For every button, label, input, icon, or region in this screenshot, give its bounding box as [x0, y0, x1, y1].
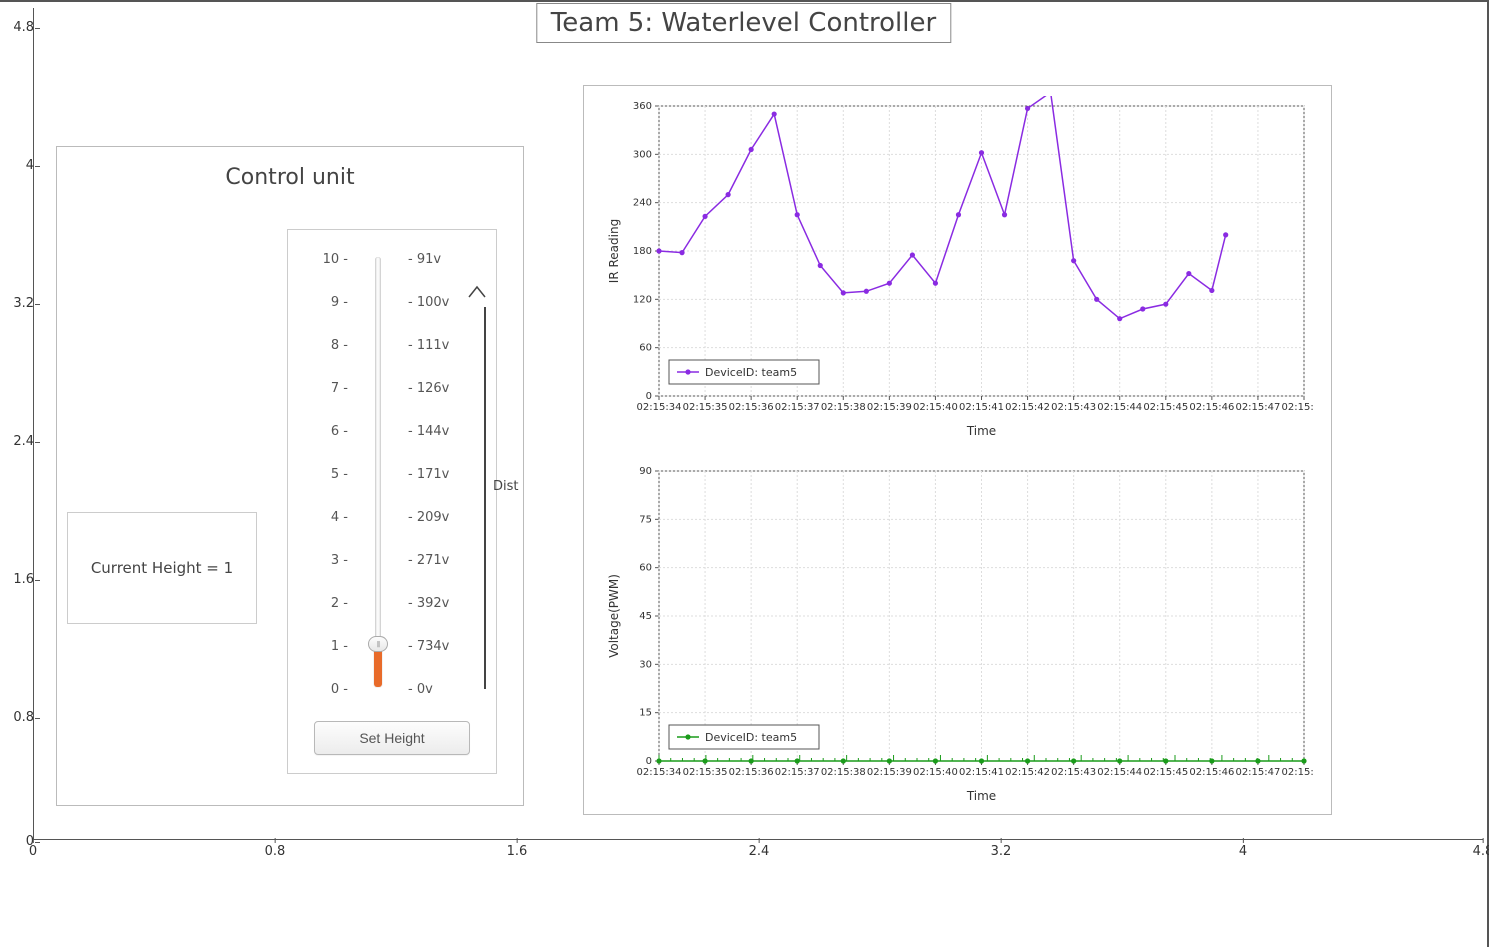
set-height-button[interactable]: Set Height	[314, 721, 470, 755]
svg-text:DeviceID: team5: DeviceID: team5	[705, 366, 797, 379]
svg-text:02:15:37: 02:15:37	[775, 402, 820, 413]
outer-y-tick: 4.8	[4, 20, 34, 35]
slider-scale-height: 5 -	[288, 467, 358, 482]
svg-text:02:15:34: 02:15:34	[637, 767, 682, 778]
svg-text:02:15:39: 02:15:39	[867, 402, 912, 413]
ir-reading-chart: 06012018024030036002:15:3402:15:3502:15:…	[604, 96, 1314, 441]
svg-text:02:15:43: 02:15:43	[1051, 402, 1096, 413]
svg-text:02:15:43: 02:15:43	[1051, 767, 1096, 778]
outer-y-tick: 0.8	[4, 710, 34, 725]
svg-text:02:15:48: 02:15:48	[1282, 402, 1314, 413]
slider-scale-height: 8 -	[288, 338, 358, 353]
slider-scale-height: 6 -	[288, 424, 358, 439]
svg-text:Time: Time	[966, 424, 996, 438]
slider-scale-height: 2 -	[288, 596, 358, 611]
dist-indicator	[465, 287, 489, 689]
svg-text:360: 360	[633, 101, 652, 112]
svg-text:75: 75	[639, 514, 652, 525]
svg-text:02:15:36: 02:15:36	[729, 767, 774, 778]
outer-x-tick: 1.6	[507, 844, 528, 859]
svg-text:02:15:41: 02:15:41	[959, 767, 1004, 778]
svg-text:IR Reading: IR Reading	[607, 219, 621, 283]
svg-text:02:15:39: 02:15:39	[867, 767, 912, 778]
outer-x-tick: 2.4	[749, 844, 770, 859]
voltage-pwm-chart: 015304560759002:15:3402:15:3502:15:3602:…	[604, 461, 1314, 806]
outer-x-tick: 4.8	[1473, 844, 1489, 859]
svg-text:180: 180	[633, 246, 652, 257]
outer-x-tick: 0.8	[265, 844, 286, 859]
slider-scale-row: 10 - - 91v	[288, 252, 496, 267]
svg-text:90: 90	[639, 466, 652, 477]
svg-text:02:15:47: 02:15:47	[1235, 402, 1280, 413]
arrow-up-icon	[469, 287, 485, 297]
slider-scale-height: 7 -	[288, 381, 358, 396]
outer-x-tick: 0	[29, 844, 37, 859]
outer-y-tick: 4	[4, 158, 34, 173]
control-unit-panel: Control unit Current Height = 1 ||| 10 -…	[56, 146, 524, 806]
svg-text:60: 60	[639, 343, 652, 354]
svg-text:02:15:40: 02:15:40	[913, 402, 958, 413]
svg-text:Time: Time	[966, 789, 996, 803]
svg-text:02:15:36: 02:15:36	[729, 402, 774, 413]
svg-text:0: 0	[646, 391, 652, 402]
svg-text:02:15:46: 02:15:46	[1189, 767, 1234, 778]
svg-text:02:15:37: 02:15:37	[775, 767, 820, 778]
slider-scale-height: 3 -	[288, 553, 358, 568]
svg-text:02:15:45: 02:15:45	[1143, 402, 1188, 413]
outer-y-tick: 3.2	[4, 296, 34, 311]
svg-text:DeviceID: team5: DeviceID: team5	[705, 731, 797, 744]
svg-text:45: 45	[639, 611, 652, 622]
svg-text:02:15:38: 02:15:38	[821, 767, 866, 778]
svg-text:02:15:42: 02:15:42	[1005, 767, 1050, 778]
slider-scale-height: 1 -	[288, 639, 358, 654]
svg-text:02:15:38: 02:15:38	[821, 402, 866, 413]
outer-x-tick: 3.2	[991, 844, 1012, 859]
svg-text:02:15:46: 02:15:46	[1189, 402, 1234, 413]
svg-text:30: 30	[639, 659, 652, 670]
svg-text:240: 240	[633, 198, 652, 209]
svg-text:300: 300	[633, 149, 652, 160]
slider-scale-height: 4 -	[288, 510, 358, 525]
svg-text:02:15:47: 02:15:47	[1235, 767, 1280, 778]
svg-text:Voltage(PWM): Voltage(PWM)	[607, 574, 621, 658]
svg-text:60: 60	[639, 563, 652, 574]
outer-x-tick: 4	[1239, 844, 1247, 859]
svg-text:02:15:48: 02:15:48	[1282, 767, 1314, 778]
slider-scale-height: 9 -	[288, 295, 358, 310]
control-unit-title: Control unit	[57, 165, 523, 190]
svg-text:02:15:44: 02:15:44	[1097, 402, 1142, 413]
outer-y-tick: 1.6	[4, 572, 34, 587]
slider-scale-height: 10 -	[288, 252, 358, 267]
svg-text:02:15:42: 02:15:42	[1005, 402, 1050, 413]
svg-text:02:15:35: 02:15:35	[683, 767, 728, 778]
svg-text:15: 15	[639, 708, 652, 719]
svg-text:02:15:35: 02:15:35	[683, 402, 728, 413]
figure-canvas: 4.8 4 3.2 2.4 1.6 0.8 0 0 0.8 1.6 2.4 3.…	[0, 0, 1489, 947]
svg-text:02:15:41: 02:15:41	[959, 402, 1004, 413]
dist-label: Dist	[493, 479, 519, 494]
page-title: Team 5: Waterlevel Controller	[536, 3, 951, 43]
slider-scale-voltage: - 91v	[398, 252, 496, 267]
svg-text:02:15:44: 02:15:44	[1097, 767, 1142, 778]
svg-text:02:15:45: 02:15:45	[1143, 767, 1188, 778]
svg-text:120: 120	[633, 294, 652, 305]
outer-y-tick: 2.4	[4, 434, 34, 449]
svg-text:02:15:34: 02:15:34	[637, 402, 682, 413]
slider-scale-height: 0 -	[288, 682, 358, 697]
svg-text:0: 0	[646, 756, 652, 767]
charts-panel: 06012018024030036002:15:3402:15:3502:15:…	[583, 85, 1332, 815]
current-height-readout: Current Height = 1	[67, 512, 257, 624]
svg-text:02:15:40: 02:15:40	[913, 767, 958, 778]
